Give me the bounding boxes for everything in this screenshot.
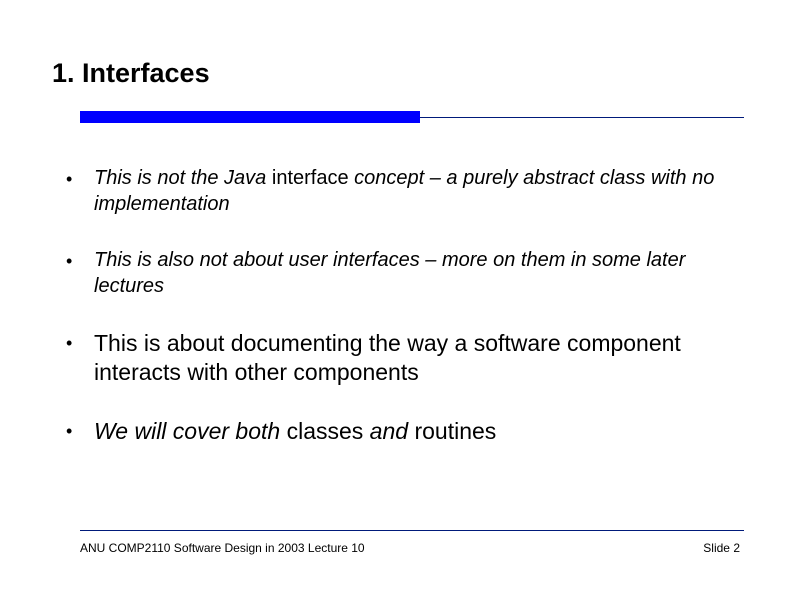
footer-left: ANU COMP2110 Software Design in 2003 Lec… [80, 541, 365, 555]
bullet-text: This is not the Java interface concept –… [94, 165, 744, 217]
list-item: •This is about documenting the way a sof… [66, 329, 744, 387]
slide: 1. Interfaces •This is not the Java inte… [0, 0, 794, 595]
footer-row: ANU COMP2110 Software Design in 2003 Lec… [50, 541, 744, 555]
title-rule [50, 111, 744, 125]
bullet-icon: • [66, 329, 94, 356]
footer-right: Slide 2 [703, 541, 740, 555]
bullet-list: •This is not the Java interface concept … [50, 165, 744, 446]
bullet-icon: • [66, 417, 94, 444]
list-item: •This is not the Java interface concept … [66, 165, 744, 217]
bullet-icon: • [66, 165, 94, 192]
list-item: •We will cover both classes and routines [66, 417, 744, 446]
title-rule-bar [80, 111, 420, 123]
slide-footer: ANU COMP2110 Software Design in 2003 Lec… [50, 530, 744, 555]
bullet-text: This is also not about user interfaces –… [94, 247, 744, 299]
list-item: •This is also not about user interfaces … [66, 247, 744, 299]
footer-rule [80, 530, 744, 531]
bullet-text: This is about documenting the way a soft… [94, 329, 744, 387]
bullet-icon: • [66, 247, 94, 274]
bullet-text: We will cover both classes and routines [94, 417, 744, 446]
slide-title: 1. Interfaces [52, 58, 744, 89]
